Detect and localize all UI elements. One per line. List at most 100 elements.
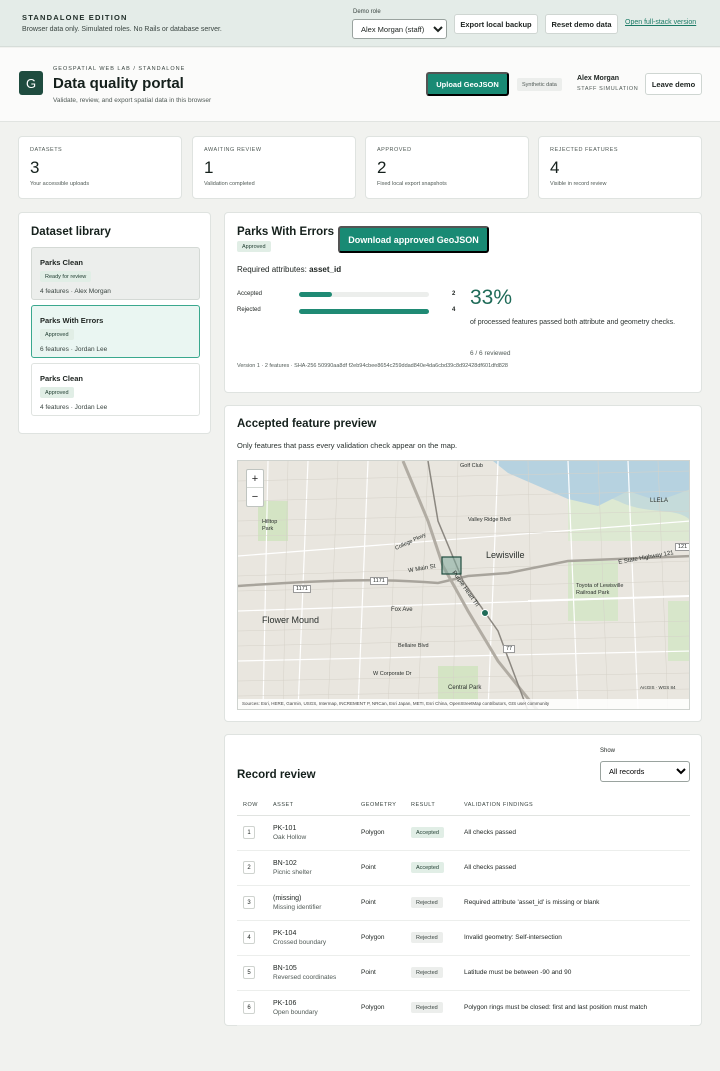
row-cell: 5 bbox=[237, 955, 267, 991]
geometry-cell: Point bbox=[355, 885, 405, 921]
dataset-meta: 4 features · Jordan Lee bbox=[40, 404, 108, 411]
dataset-name: Parks Clean bbox=[40, 258, 83, 267]
stat-awaiting-review: AWAITING REVIEW 1 Validation completed bbox=[192, 136, 356, 199]
status-badge: Approved bbox=[40, 329, 74, 340]
row-number: 6 bbox=[243, 1001, 255, 1014]
record-filter-select[interactable]: All records bbox=[600, 761, 690, 782]
stat-label: AWAITING REVIEW bbox=[204, 147, 262, 153]
result-badge: Rejected bbox=[411, 1002, 443, 1013]
row-cell: 6 bbox=[237, 990, 267, 1026]
rejected-count: 4 bbox=[452, 307, 456, 313]
stat-label: REJECTED FEATURES bbox=[550, 147, 618, 153]
zoom-in-button[interactable]: + bbox=[247, 470, 263, 488]
dataset-library: Dataset library Parks Clean Ready for re… bbox=[18, 212, 211, 434]
stat-value: 1 bbox=[204, 158, 214, 177]
map-view[interactable]: Lewisville Flower Mound Central Park Gol… bbox=[237, 460, 690, 710]
asset-id: BN-105 bbox=[273, 964, 297, 972]
dataset-item[interactable]: Parks With Errors Approved 6 features · … bbox=[31, 305, 200, 358]
row-cell: 4 bbox=[237, 920, 267, 956]
accepted-label: Accepted bbox=[237, 291, 263, 297]
export-backup-button[interactable]: Export local backup bbox=[454, 14, 538, 34]
stat-approved: APPROVED 2 Fixed local export snapshots bbox=[365, 136, 529, 199]
accepted-count: 2 bbox=[452, 291, 456, 297]
download-approved-button[interactable]: Download approved GeoJSON bbox=[338, 226, 489, 253]
esri-logo: ArcGIS · WGS 84 bbox=[640, 685, 676, 690]
dataset-name: Parks With Errors bbox=[40, 316, 104, 325]
col-geometry: GEOMETRY bbox=[355, 795, 405, 816]
map-label-llela: LLELA bbox=[650, 498, 669, 504]
map-label-bellaire: Bellaire Blvd bbox=[398, 643, 429, 649]
zoom-out-button[interactable]: − bbox=[247, 488, 263, 506]
stat-label: APPROVED bbox=[377, 147, 412, 153]
user-role: STAFF SIMULATION bbox=[577, 86, 639, 92]
map-label-lewisville: Lewisville bbox=[486, 550, 525, 560]
status-badge: Ready for review bbox=[40, 271, 92, 282]
stat-label: DATASETS bbox=[30, 147, 63, 153]
reset-demo-button[interactable]: Reset demo data bbox=[545, 14, 618, 34]
dataset-status-badge: Approved bbox=[237, 241, 271, 252]
finding-cell: Required attribute 'asset_id' is missing… bbox=[458, 885, 690, 921]
map-label-golf-club: Golf Club bbox=[460, 463, 483, 469]
table-header-row: ROW ASSET GEOMETRY RESULT VALIDATION FIN… bbox=[237, 795, 690, 816]
stat-caption: Validation completed bbox=[204, 181, 255, 187]
asset-name: Reversed coordinates bbox=[273, 973, 337, 981]
map-label-hwy-1171: 1171 bbox=[370, 577, 388, 585]
col-result: RESULT bbox=[405, 795, 458, 816]
standalone-banner: STANDALONE EDITION Browser data only. Si… bbox=[0, 0, 720, 47]
asset-id: (missing) bbox=[273, 894, 302, 902]
dataset-item[interactable]: Parks Clean Approved 4 features · Jordan… bbox=[31, 363, 200, 416]
required-prefix: Required attributes: bbox=[237, 265, 307, 274]
feature-preview: Accepted feature preview Only features t… bbox=[224, 405, 702, 722]
result-badge: Accepted bbox=[411, 862, 444, 873]
map-label-fox-ave: Fox Ave bbox=[391, 607, 413, 613]
record-review: Record review Show All records ROW ASSET… bbox=[224, 734, 702, 1026]
stat-rejected-features: REJECTED FEATURES 4 Visible in record re… bbox=[538, 136, 702, 199]
row-cell: 2 bbox=[237, 850, 267, 886]
status-badge: Approved bbox=[40, 387, 74, 398]
geometry-cell: Polygon bbox=[355, 920, 405, 956]
geometry-cell: Point bbox=[355, 850, 405, 886]
asset-id: PK-101 bbox=[273, 824, 297, 832]
result-badge: Rejected bbox=[411, 967, 443, 978]
result-badge: Accepted bbox=[411, 827, 444, 838]
map-label-flower-mound: Flower Mound bbox=[262, 615, 320, 625]
col-asset: ASSET bbox=[267, 795, 355, 816]
demo-role-select[interactable]: Alex Morgan (staff) bbox=[352, 19, 447, 39]
preview-title: Accepted feature preview bbox=[237, 418, 377, 430]
map-label-hwy-77: 77 bbox=[503, 645, 516, 653]
user-name: Alex Morgan bbox=[577, 75, 620, 82]
result-cell: Accepted bbox=[405, 850, 458, 886]
row-number: 5 bbox=[243, 966, 255, 979]
review-table: ROW ASSET GEOMETRY RESULT VALIDATION FIN… bbox=[237, 795, 690, 1026]
table-row: 2 BN-102 Picnic shelter Point Accepted All ch… bbox=[237, 850, 690, 886]
dataset-item[interactable]: Parks Clean Ready for review 4 features … bbox=[31, 247, 200, 300]
preview-subtitle: Only features that pass every validation… bbox=[237, 441, 458, 450]
finding-cell: Latitude must be between -90 and 90 bbox=[458, 955, 690, 991]
fullstack-link[interactable]: Open full-stack version bbox=[625, 19, 696, 26]
row-number: 2 bbox=[243, 861, 255, 874]
finding-cell: Polygon rings must be closed: first and … bbox=[458, 990, 690, 1026]
row-cell: 3 bbox=[237, 885, 267, 921]
asset-cell: PK-101 Oak Hollow bbox=[267, 815, 355, 851]
required-attributes: Required attributes: asset_id bbox=[237, 265, 341, 274]
table-row: 6 PK-106 Open boundary Polygon Rejected Polyg… bbox=[237, 990, 690, 1026]
map-label-toyota-park: Toyota of Lewisville Railroad Park bbox=[576, 583, 624, 596]
page-title: Data quality portal bbox=[53, 75, 184, 92]
result-cell: Rejected bbox=[405, 955, 458, 991]
upload-geojson-button[interactable]: Upload GeoJSON bbox=[426, 72, 509, 96]
dataset-meta: 6 features · Jordan Lee bbox=[40, 346, 108, 353]
rejected-bar bbox=[299, 309, 429, 314]
dataset-detail: Parks With Errors Approved Download appr… bbox=[224, 212, 702, 393]
map-label-hwy-121: 121 bbox=[675, 543, 689, 551]
rejected-bar-fill bbox=[299, 309, 429, 314]
leave-demo-button[interactable]: Leave demo bbox=[645, 73, 702, 95]
asset-name: Oak Hollow bbox=[273, 833, 307, 841]
dataset-name: Parks Clean bbox=[40, 374, 83, 383]
asset-name: Crossed boundary bbox=[273, 938, 327, 946]
show-label: Show bbox=[600, 748, 616, 754]
stat-value: 4 bbox=[550, 158, 560, 177]
stat-value: 2 bbox=[377, 158, 387, 177]
synthetic-data-badge: Synthetic data bbox=[517, 78, 562, 91]
header-eyebrow: GEOSPATIAL WEB LAB / STANDALONE bbox=[53, 66, 186, 72]
map-label-hilltop: Hilltop Park bbox=[262, 519, 278, 532]
